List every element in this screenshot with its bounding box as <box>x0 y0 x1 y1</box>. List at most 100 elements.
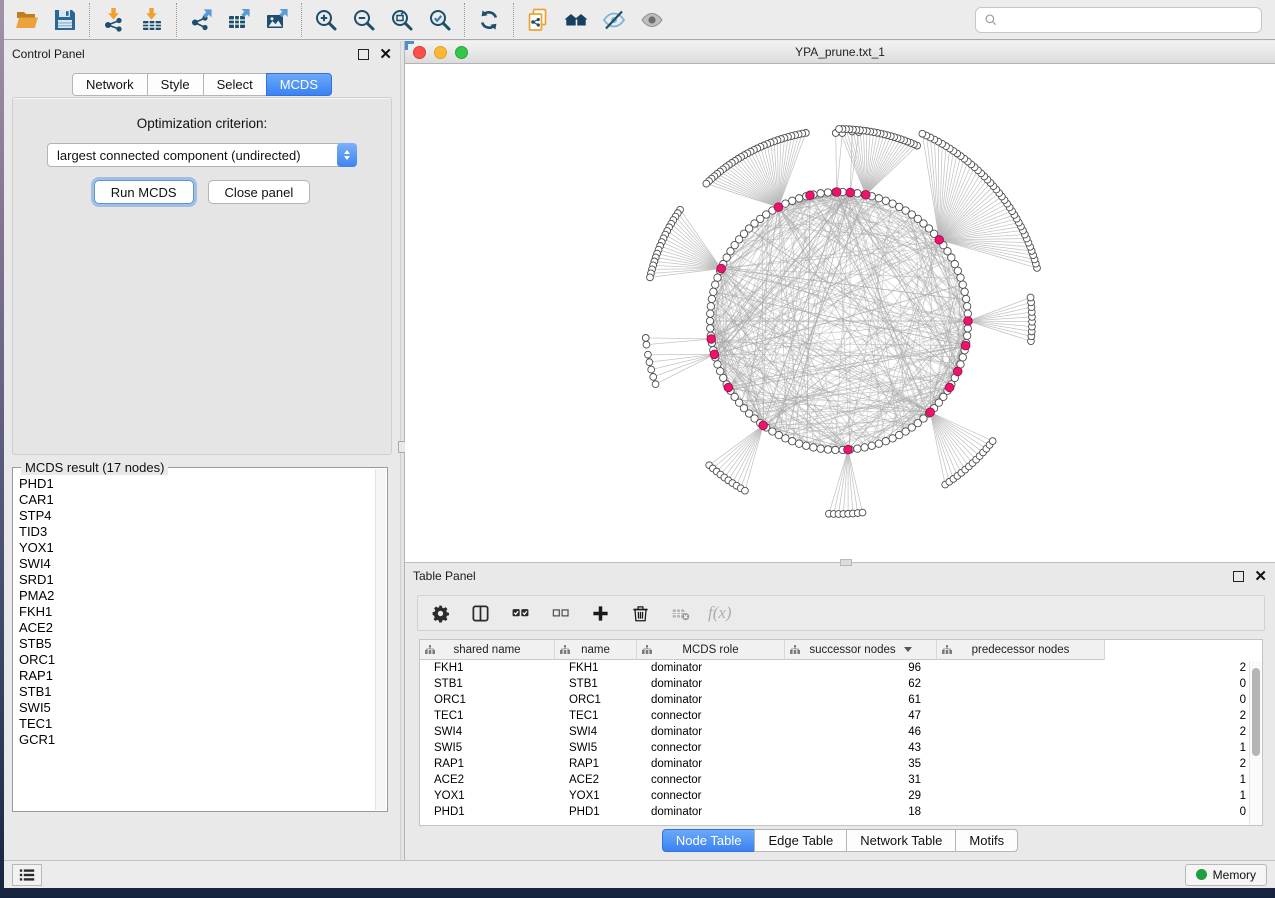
control-panel-header: Control Panel ✕ <box>4 41 400 67</box>
result-item[interactable]: SWI4 <box>19 556 375 572</box>
table-cell: 2 <box>937 758 1262 770</box>
deselect-all-rows-button[interactable] <box>548 601 572 625</box>
result-item[interactable]: PHD1 <box>19 476 375 492</box>
column-header-MCDS-role[interactable]: MCDS role <box>637 640 785 660</box>
deselect-all-icon <box>551 604 570 623</box>
table-cell: connector <box>637 710 785 722</box>
close-panel-icon[interactable]: ✕ <box>379 49 392 60</box>
result-item[interactable]: RAP1 <box>19 668 375 684</box>
table-row[interactable]: SWI4SWI4dominator462 <box>420 724 1262 740</box>
run-mcds-button[interactable]: Run MCDS <box>94 180 194 204</box>
select-all-rows-button[interactable] <box>508 601 532 625</box>
command-panel-button[interactable] <box>12 864 42 886</box>
table-cell: 1 <box>937 774 1262 786</box>
save-session-button[interactable] <box>46 4 84 36</box>
import-table-button[interactable] <box>133 4 171 36</box>
column-header-successor-nodes[interactable]: successor nodes <box>785 640 937 660</box>
column-header-shared-name[interactable]: shared name <box>420 640 555 660</box>
result-scrollbar[interactable] <box>375 469 386 810</box>
float-table-panel-icon[interactable] <box>1233 571 1244 582</box>
column-header-name[interactable]: name <box>555 640 637 660</box>
float-panel-icon[interactable] <box>358 49 369 60</box>
show-all-button[interactable] <box>633 4 671 36</box>
tab-network-table[interactable]: Network Table <box>846 829 956 852</box>
zoom-fit-button[interactable] <box>383 4 421 36</box>
first-neighbors-icon <box>564 8 588 32</box>
export-image-button[interactable] <box>258 4 296 36</box>
table-row[interactable]: ACE2ACE2connector311 <box>420 772 1262 788</box>
mcds-hub-node <box>806 191 815 200</box>
table-cell: 2 <box>937 662 1262 674</box>
dropdown-stepper-icon <box>337 143 357 167</box>
tab-edge-table[interactable]: Edge Table <box>754 829 847 852</box>
close-panel-button[interactable]: Close panel <box>208 180 311 204</box>
result-item[interactable]: STB5 <box>19 636 375 652</box>
result-item[interactable]: YOX1 <box>19 540 375 556</box>
table-cell: FKH1 <box>420 662 555 674</box>
result-item[interactable]: PMA2 <box>19 588 375 604</box>
result-item[interactable]: TEC1 <box>19 716 375 732</box>
tab-select[interactable]: Select <box>203 73 267 96</box>
tab-node-table[interactable]: Node Table <box>662 829 756 852</box>
import-network-button[interactable] <box>95 4 133 36</box>
tab-motifs[interactable]: Motifs <box>955 829 1018 852</box>
result-item[interactable]: STB1 <box>19 684 375 700</box>
memory-button[interactable]: Memory <box>1185 864 1267 886</box>
result-item[interactable]: STP4 <box>19 508 375 524</box>
table-cell: dominator <box>637 758 785 770</box>
tab-mcds[interactable]: MCDS <box>266 73 332 96</box>
result-item[interactable]: SWI5 <box>19 700 375 716</box>
close-table-panel-icon[interactable]: ✕ <box>1254 571 1267 582</box>
horizontal-splitter-handle[interactable] <box>840 559 852 566</box>
table-row[interactable]: PHD1PHD1dominator180 <box>420 804 1262 820</box>
mcds-result-list[interactable]: PHD1CAR1STP4TID3YOX1SWI4SRD1PMA2FKH1ACE2… <box>19 476 375 809</box>
network-canvas[interactable] <box>405 64 1275 562</box>
zoom-in-icon <box>314 8 338 32</box>
table-cell: 2 <box>937 726 1262 738</box>
table-row[interactable]: ORC1ORC1dominator610 <box>420 692 1262 708</box>
copy-network-button[interactable] <box>519 4 557 36</box>
result-item[interactable]: TID3 <box>19 524 375 540</box>
delete-column-button[interactable] <box>628 601 652 625</box>
export-table-button[interactable] <box>220 4 258 36</box>
table-row[interactable]: TEC1TEC1connector472 <box>420 708 1262 724</box>
search-box[interactable] <box>975 7 1262 33</box>
gear-icon <box>431 604 450 623</box>
table-row[interactable]: STB1STB1dominator620 <box>420 676 1262 692</box>
table-row[interactable]: FKH1FKH1dominator962 <box>420 660 1262 676</box>
tab-network[interactable]: Network <box>72 73 148 96</box>
zoom-out-button[interactable] <box>345 4 383 36</box>
add-column-button[interactable] <box>588 601 612 625</box>
export-network-button[interactable] <box>182 4 220 36</box>
first-neighbors-button[interactable] <box>557 4 595 36</box>
result-item[interactable]: ACE2 <box>19 620 375 636</box>
table-row[interactable]: YOX1YOX1connector291 <box>420 788 1262 804</box>
table-cell: ACE2 <box>420 774 555 786</box>
column-visibility-button[interactable] <box>468 601 492 625</box>
table-cell: 35 <box>785 758 937 770</box>
result-item[interactable]: SRD1 <box>19 572 375 588</box>
network-titlebar[interactable]: YPA_prune.txt_1 <box>405 41 1275 64</box>
open-file-button[interactable] <box>8 4 46 36</box>
table-row[interactable]: RAP1RAP1dominator352 <box>420 756 1262 772</box>
table-scrollbar[interactable] <box>1249 661 1262 825</box>
result-item[interactable]: FKH1 <box>19 604 375 620</box>
result-item[interactable]: ORC1 <box>19 652 375 668</box>
refresh-button[interactable] <box>470 4 508 36</box>
tab-style[interactable]: Style <box>147 73 204 96</box>
table-settings-button[interactable] <box>428 601 452 625</box>
zoom-selected-button[interactable] <box>421 4 459 36</box>
hide-selected-button[interactable] <box>595 4 633 36</box>
zoom-in-button[interactable] <box>307 4 345 36</box>
result-item[interactable]: CAR1 <box>19 492 375 508</box>
table-cell: dominator <box>637 806 785 818</box>
search-input[interactable] <box>1004 13 1253 27</box>
table-row[interactable]: SWI5SWI5connector431 <box>420 740 1262 756</box>
column-header-predecessor-nodes[interactable]: predecessor nodes <box>937 640 1105 660</box>
table-cell: 47 <box>785 710 937 722</box>
criterion-dropdown[interactable]: largest connected component (undirected) <box>47 143 357 167</box>
network-canvas-wrap[interactable] <box>405 64 1275 562</box>
mcds-hub-node <box>964 317 973 326</box>
table-scrollbar-thumb[interactable] <box>1252 668 1260 756</box>
result-item[interactable]: GCR1 <box>19 732 375 748</box>
